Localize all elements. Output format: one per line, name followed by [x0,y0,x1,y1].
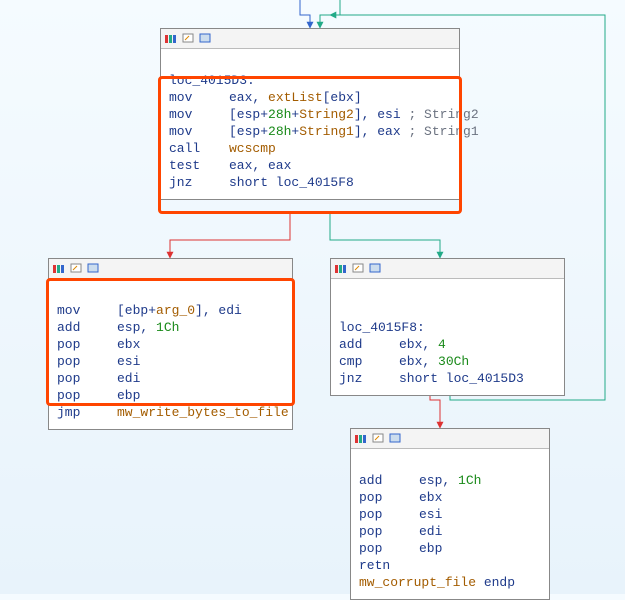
mnemonic: add [57,319,117,336]
mnemonic: pop [359,506,419,523]
mnemonic: mov [169,123,229,140]
mnemonic: pop [57,336,117,353]
graph-icon [389,432,403,446]
mnemonic: pop [359,489,419,506]
basic-block-write-bytes[interactable]: mov[ebp+arg_0], edi addesp, 1Ch popebx p… [48,258,293,430]
mnemonic: pop [57,370,117,387]
node-titlebar [331,259,564,279]
edit-icon [182,32,196,46]
edit-icon [372,432,386,446]
mnemonic: call [169,140,229,157]
node-titlebar [351,429,549,449]
endp-label: mw_corrupt_file [359,575,476,590]
mnemonic: add [339,336,399,353]
edit-icon [70,262,84,276]
mnemonic: mov [57,302,117,319]
mnemonic: test [169,157,229,174]
code-block: addesp, 1Ch popebx popesi popedi popebp … [351,449,549,599]
mnemonic: pop [359,540,419,557]
mnemonic: retn [359,557,419,574]
basic-block-4015F8[interactable]: loc_4015F8: addebx, 4 cmpebx, 30Ch jnzsh… [330,258,565,396]
mnemonic: pop [359,523,419,540]
edit-icon [352,262,366,276]
mnemonic: mov [169,106,229,123]
basic-block-4015D3[interactable]: loc_4015D3: moveax, extList[ebx] mov[esp… [160,28,460,200]
node-titlebar [49,259,292,279]
color-bars-icon [165,32,179,46]
mnemonic: jnz [339,370,399,387]
mnemonic: add [359,472,419,489]
loc-label: loc_4015D3: [169,73,255,88]
mnemonic: mov [169,89,229,106]
code-block: loc_4015F8: addebx, 4 cmpebx, 30Ch jnzsh… [331,279,564,395]
graph-icon [369,262,383,276]
mnemonic: jnz [169,174,229,191]
color-bars-icon [355,432,369,446]
color-bars-icon [53,262,67,276]
graph-icon [199,32,213,46]
mnemonic: jmp [57,404,117,421]
code-block: loc_4015D3: moveax, extList[ebx] mov[esp… [161,49,459,199]
loc-label: loc_4015F8: [339,320,425,335]
mnemonic: pop [57,353,117,370]
color-bars-icon [335,262,349,276]
mnemonic: cmp [339,353,399,370]
mnemonic: pop [57,387,117,404]
node-titlebar [161,29,459,49]
code-block: mov[ebp+arg_0], edi addesp, 1Ch popebx p… [49,279,292,429]
basic-block-epilogue[interactable]: addesp, 1Ch popebx popesi popedi popebp … [350,428,550,600]
graph-icon [87,262,101,276]
